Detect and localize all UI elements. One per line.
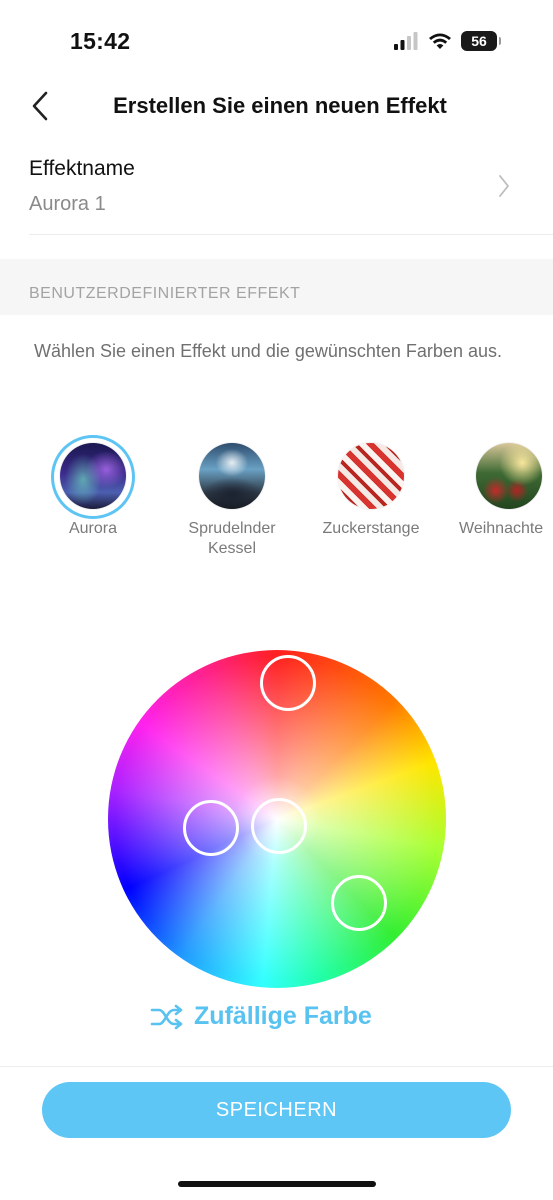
effect-thumbnail-kessel [199, 443, 265, 509]
signal-icon [394, 32, 418, 50]
section-title: BENUTZERDEFINIERTER EFFEKT [29, 285, 301, 302]
color-wheel[interactable] [108, 650, 446, 988]
effect-thumbnail-weihnachten [476, 443, 542, 509]
effect-label: Zuckerstange [322, 520, 420, 537]
effect-zuckerstange[interactable]: Zuckerstange [306, 436, 436, 539]
color-handle[interactable] [331, 875, 387, 931]
save-button[interactable]: SPEICHERN [42, 1082, 511, 1138]
battery-icon: 56 [461, 31, 501, 51]
effect-label: Sprudelnder Kessel [188, 520, 276, 557]
battery-level: 56 [471, 33, 487, 49]
effect-aurora[interactable]: Aurora [28, 435, 158, 539]
color-handle[interactable] [183, 800, 239, 856]
color-handle[interactable] [260, 655, 316, 711]
wifi-icon [429, 33, 451, 49]
chevron-right-icon [499, 175, 509, 197]
status-time: 15:42 [70, 28, 131, 54]
chevron-left-icon [32, 91, 48, 121]
home-indicator [178, 1181, 376, 1187]
effect-name-value: Aurora 1 [29, 193, 106, 215]
divider [29, 234, 553, 235]
effect-label: Weihnachte [459, 520, 544, 537]
effect-thumbnail-zuckerstange [338, 443, 404, 509]
effect-weihnachten[interactable]: Weihnachte [445, 436, 553, 539]
shuffle-icon [150, 1004, 183, 1029]
status-icons: 56 [393, 30, 501, 52]
color-handle[interactable] [251, 798, 307, 854]
effect-name-label: Effektname [29, 157, 135, 180]
effect-thumbnail-aurora [60, 443, 126, 509]
section-description: Wählen Sie einen Effekt und die gewünsch… [34, 341, 502, 361]
effect-sprudelnder-kessel[interactable]: Sprudelnder Kessel [167, 436, 297, 559]
divider [0, 1066, 553, 1067]
page-title: Erstellen Sie einen neuen Effekt [113, 93, 447, 118]
back-button[interactable] [20, 86, 60, 126]
effect-label: Aurora [68, 520, 118, 537]
random-color-label: Zufällige Farbe [194, 1002, 372, 1030]
random-color-button[interactable]: Zufällige Farbe [150, 1002, 372, 1031]
